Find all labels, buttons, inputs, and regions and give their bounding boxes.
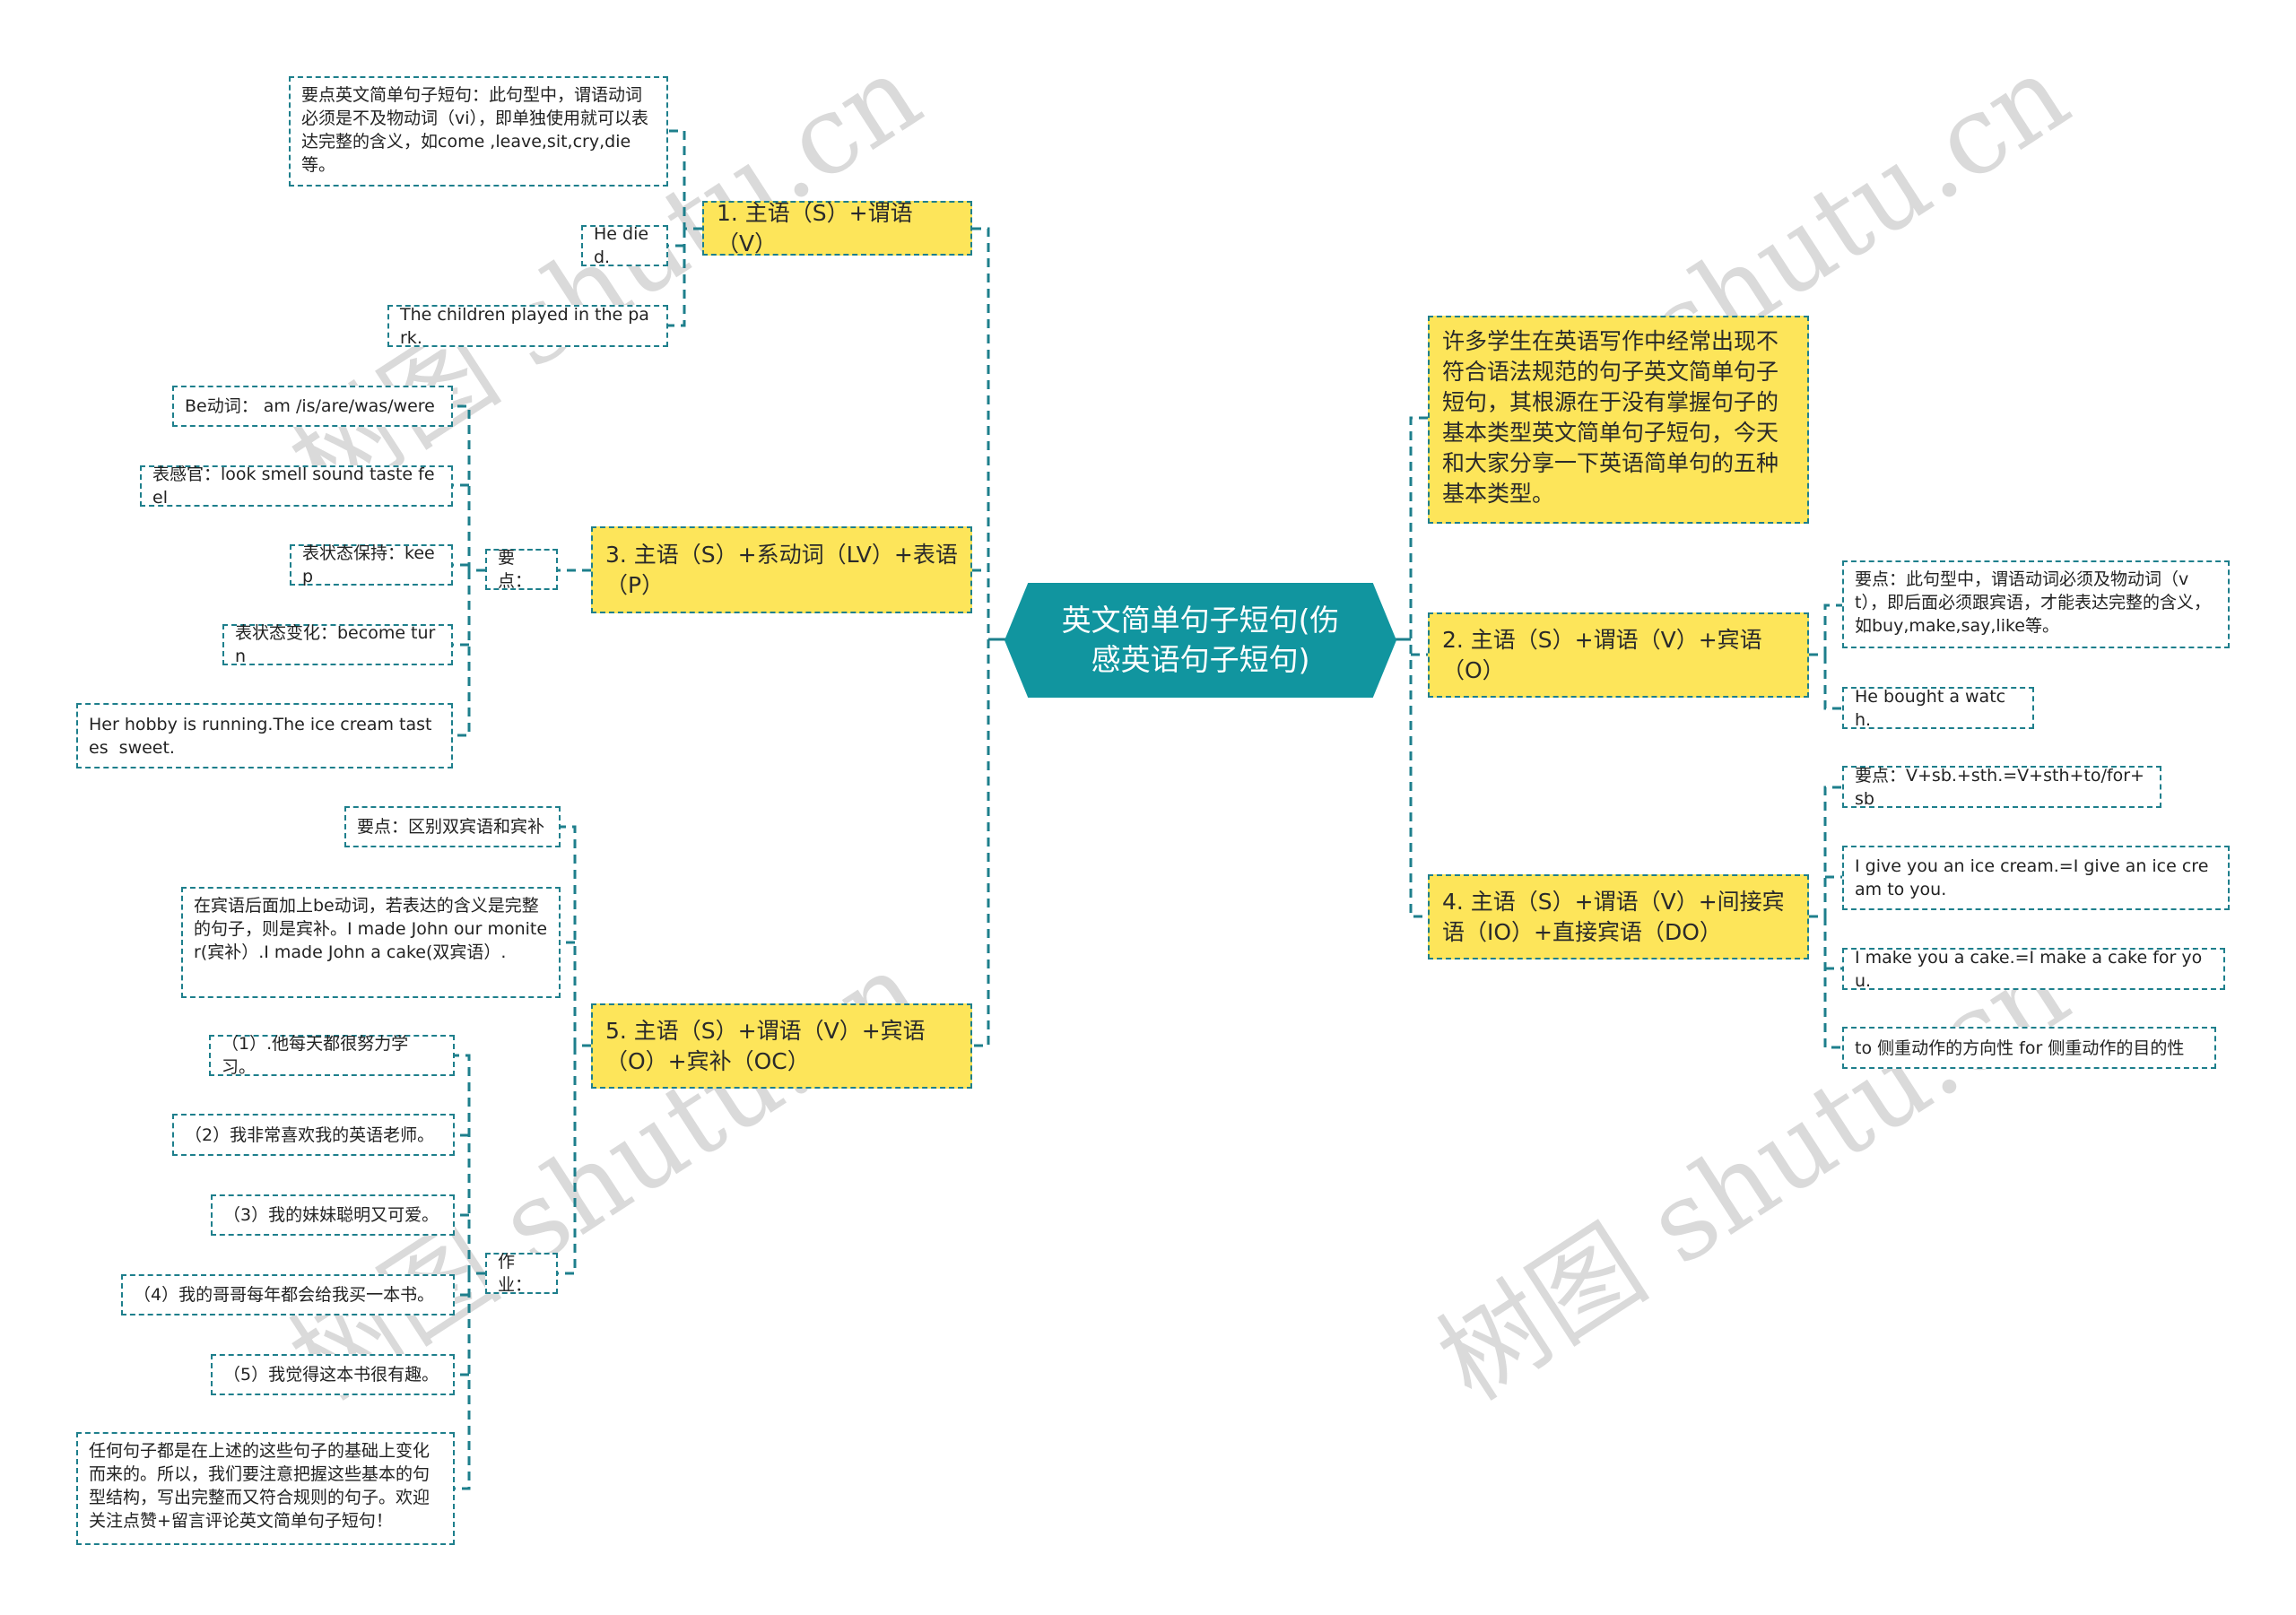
example-text: I give you an ice cream.=I give an ice c…: [1855, 856, 2209, 899]
note-text: 在宾语后面加上be动词，若表达的含义是完整的句子，则是宾补。I made Joh…: [194, 896, 548, 962]
homework-text: （2）我非常喜欢我的英语老师。: [185, 1124, 435, 1145]
connector: [561, 825, 591, 1047]
topic-node-5[interactable]: 5. 主语（S）+谓语（V）+宾语（O）+宾补（OC）: [591, 1003, 972, 1089]
homework-text: （5）我觉得这本书很有趣。: [223, 1365, 439, 1385]
example-node[interactable]: Her hobby is running.The ice cream taste…: [76, 703, 453, 768]
point-node[interactable]: 表状态保持：keep: [290, 543, 453, 586]
note-text: 要点英文简单句子短句：此句型中，谓语动词必须是不及物动词（vi），即单独使用就可…: [301, 85, 649, 175]
topic-node-1[interactable]: 1. 主语（S）+谓语（V）: [702, 199, 972, 256]
connector: [668, 129, 702, 230]
note-text: 要点：此句型中，谓语动词必须及物动词（vt），即后面必须跟宾语，才能表达完整的含…: [1855, 569, 2211, 636]
note-node[interactable]: 要点英文简单句子短句：此句型中，谓语动词必须是不及物动词（vi），即单独使用就可…: [289, 76, 668, 187]
intro-text: 许多学生在英语写作中经常出现不符合语法规范的句子英文简单句子短句，其根源在于没有…: [1442, 328, 1779, 507]
connector: [1823, 655, 1842, 710]
point-text: 表感官：look smell sound taste feel: [152, 465, 435, 508]
point-node[interactable]: 要点：区别双宾语和宾补: [344, 806, 561, 847]
homework-text: （1）.他每天都很努力学习。: [222, 1034, 409, 1077]
group-label: 要点：: [498, 548, 533, 591]
homework-item[interactable]: （4）我的哥哥每年都会给我买一本书。: [121, 1274, 455, 1315]
topic-label: 2. 主语（S）+谓语（V）+宾语（O）: [1442, 626, 1762, 683]
homework-item[interactable]: （3）我的妹妹聪明又可爱。: [211, 1194, 455, 1236]
topic-node-3[interactable]: 3. 主语（S）+系动词（LV）+表语（P）: [591, 526, 972, 613]
point-text: 要点：区别双宾语和宾补: [357, 817, 545, 837]
connector: [453, 570, 471, 737]
example-text: I make you a cake.=I make a cake for you…: [1855, 947, 2203, 991]
homework-text: （4）我的哥哥每年都会给我买一本书。: [134, 1285, 435, 1305]
group-label-node[interactable]: 作业：: [485, 1252, 558, 1295]
intro-node[interactable]: 许多学生在英语写作中经常出现不符合语法规范的句子英文简单句子短句，其根源在于没有…: [1428, 316, 1809, 524]
homework-text: （3）我的妹妹聪明又可爱。: [223, 1205, 439, 1225]
point-node[interactable]: 要点：V+sb.+sth.=V+sth+to/for+sb: [1842, 765, 2161, 809]
point-node[interactable]: Be动词： am /is/are/was/were: [172, 386, 453, 427]
group-label: 作业：: [498, 1252, 533, 1295]
central-topic[interactable]: 英文简单句子短句(伤感英语句子短句): [1004, 583, 1396, 698]
point-text: Be动词： am /is/are/was/were: [185, 396, 435, 416]
example-text: He died.: [594, 224, 649, 267]
point-node[interactable]: 表状态变化：become turn: [222, 623, 453, 666]
point-text: 表状态变化：become turn: [235, 623, 436, 666]
group-label-node[interactable]: 要点：: [485, 548, 558, 591]
point-text: to 侧重动作的方向性 for 侧重动作的目的性: [1855, 1038, 2185, 1058]
example-node[interactable]: He died.: [581, 224, 668, 267]
example-node[interactable]: The children played in the park.: [387, 304, 668, 348]
example-node[interactable]: I give you an ice cream.=I give an ice c…: [1842, 846, 2230, 910]
connector: [972, 227, 990, 1047]
connector: [668, 229, 686, 327]
example-node[interactable]: I make you a cake.=I make a cake for you…: [1842, 947, 2225, 991]
homework-item[interactable]: （5）我觉得这本书很有趣。: [211, 1354, 455, 1395]
summary-text: 任何句子都是在上述的这些句子的基础上变化而来的。所以，我们要注意把握这些基本的句…: [89, 1441, 430, 1531]
example-text: The children played in the park.: [400, 304, 649, 348]
topic-label: 4. 主语（S）+谓语（V）+间接宾语（IO）+直接宾语（DO）: [1442, 888, 1785, 945]
connector: [453, 404, 485, 572]
example-text: He bought a watch.: [1855, 686, 2006, 730]
central-topic-label: 英文简单句子短句(伤感英语句子短句): [1061, 603, 1340, 677]
homework-item[interactable]: （1）.他每天都很努力学习。: [209, 1034, 455, 1077]
connector: [455, 1273, 471, 1490]
connector: [1409, 416, 1428, 918]
point-node[interactable]: 表感官：look smell sound taste feel: [140, 465, 453, 508]
point-text: 表状态保持：keep: [302, 543, 435, 586]
example-text: Her hobby is running.The ice cream taste…: [89, 714, 432, 758]
summary-node[interactable]: 任何句子都是在上述的这些句子的基础上变化而来的。所以，我们要注意把握这些基本的句…: [76, 1432, 455, 1545]
connector: [1823, 916, 1842, 1049]
connector: [1809, 786, 1842, 918]
topic-node-2[interactable]: 2. 主语（S）+谓语（V）+宾语（O）: [1428, 612, 1809, 698]
topic-label: 5. 主语（S）+谓语（V）+宾语（O）+宾补（OC）: [605, 1017, 926, 1074]
topic-node-4[interactable]: 4. 主语（S）+谓语（V）+间接宾语（IO）+直接宾语（DO）: [1428, 874, 1809, 959]
point-node[interactable]: to 侧重动作的方向性 for 侧重动作的目的性: [1842, 1027, 2216, 1069]
connector: [455, 1054, 485, 1275]
point-text: 要点：V+sb.+sth.=V+sth+to/for+sb: [1855, 765, 2144, 809]
connector: [1809, 603, 1842, 656]
example-node[interactable]: He bought a watch.: [1842, 686, 2034, 730]
note-node[interactable]: 要点：此句型中，谓语动词必须及物动词（vt），即后面必须跟宾语，才能表达完整的含…: [1842, 560, 2230, 648]
topic-label: 1. 主语（S）+谓语（V）: [717, 199, 913, 256]
topic-label: 3. 主语（S）+系动词（LV）+表语（P）: [605, 541, 958, 598]
connector: [558, 1046, 577, 1275]
homework-item[interactable]: （2）我非常喜欢我的英语老师。: [172, 1114, 455, 1156]
note-node[interactable]: 在宾语后面加上be动词，若表达的含义是完整的句子，则是宾补。I made Joh…: [181, 887, 561, 998]
